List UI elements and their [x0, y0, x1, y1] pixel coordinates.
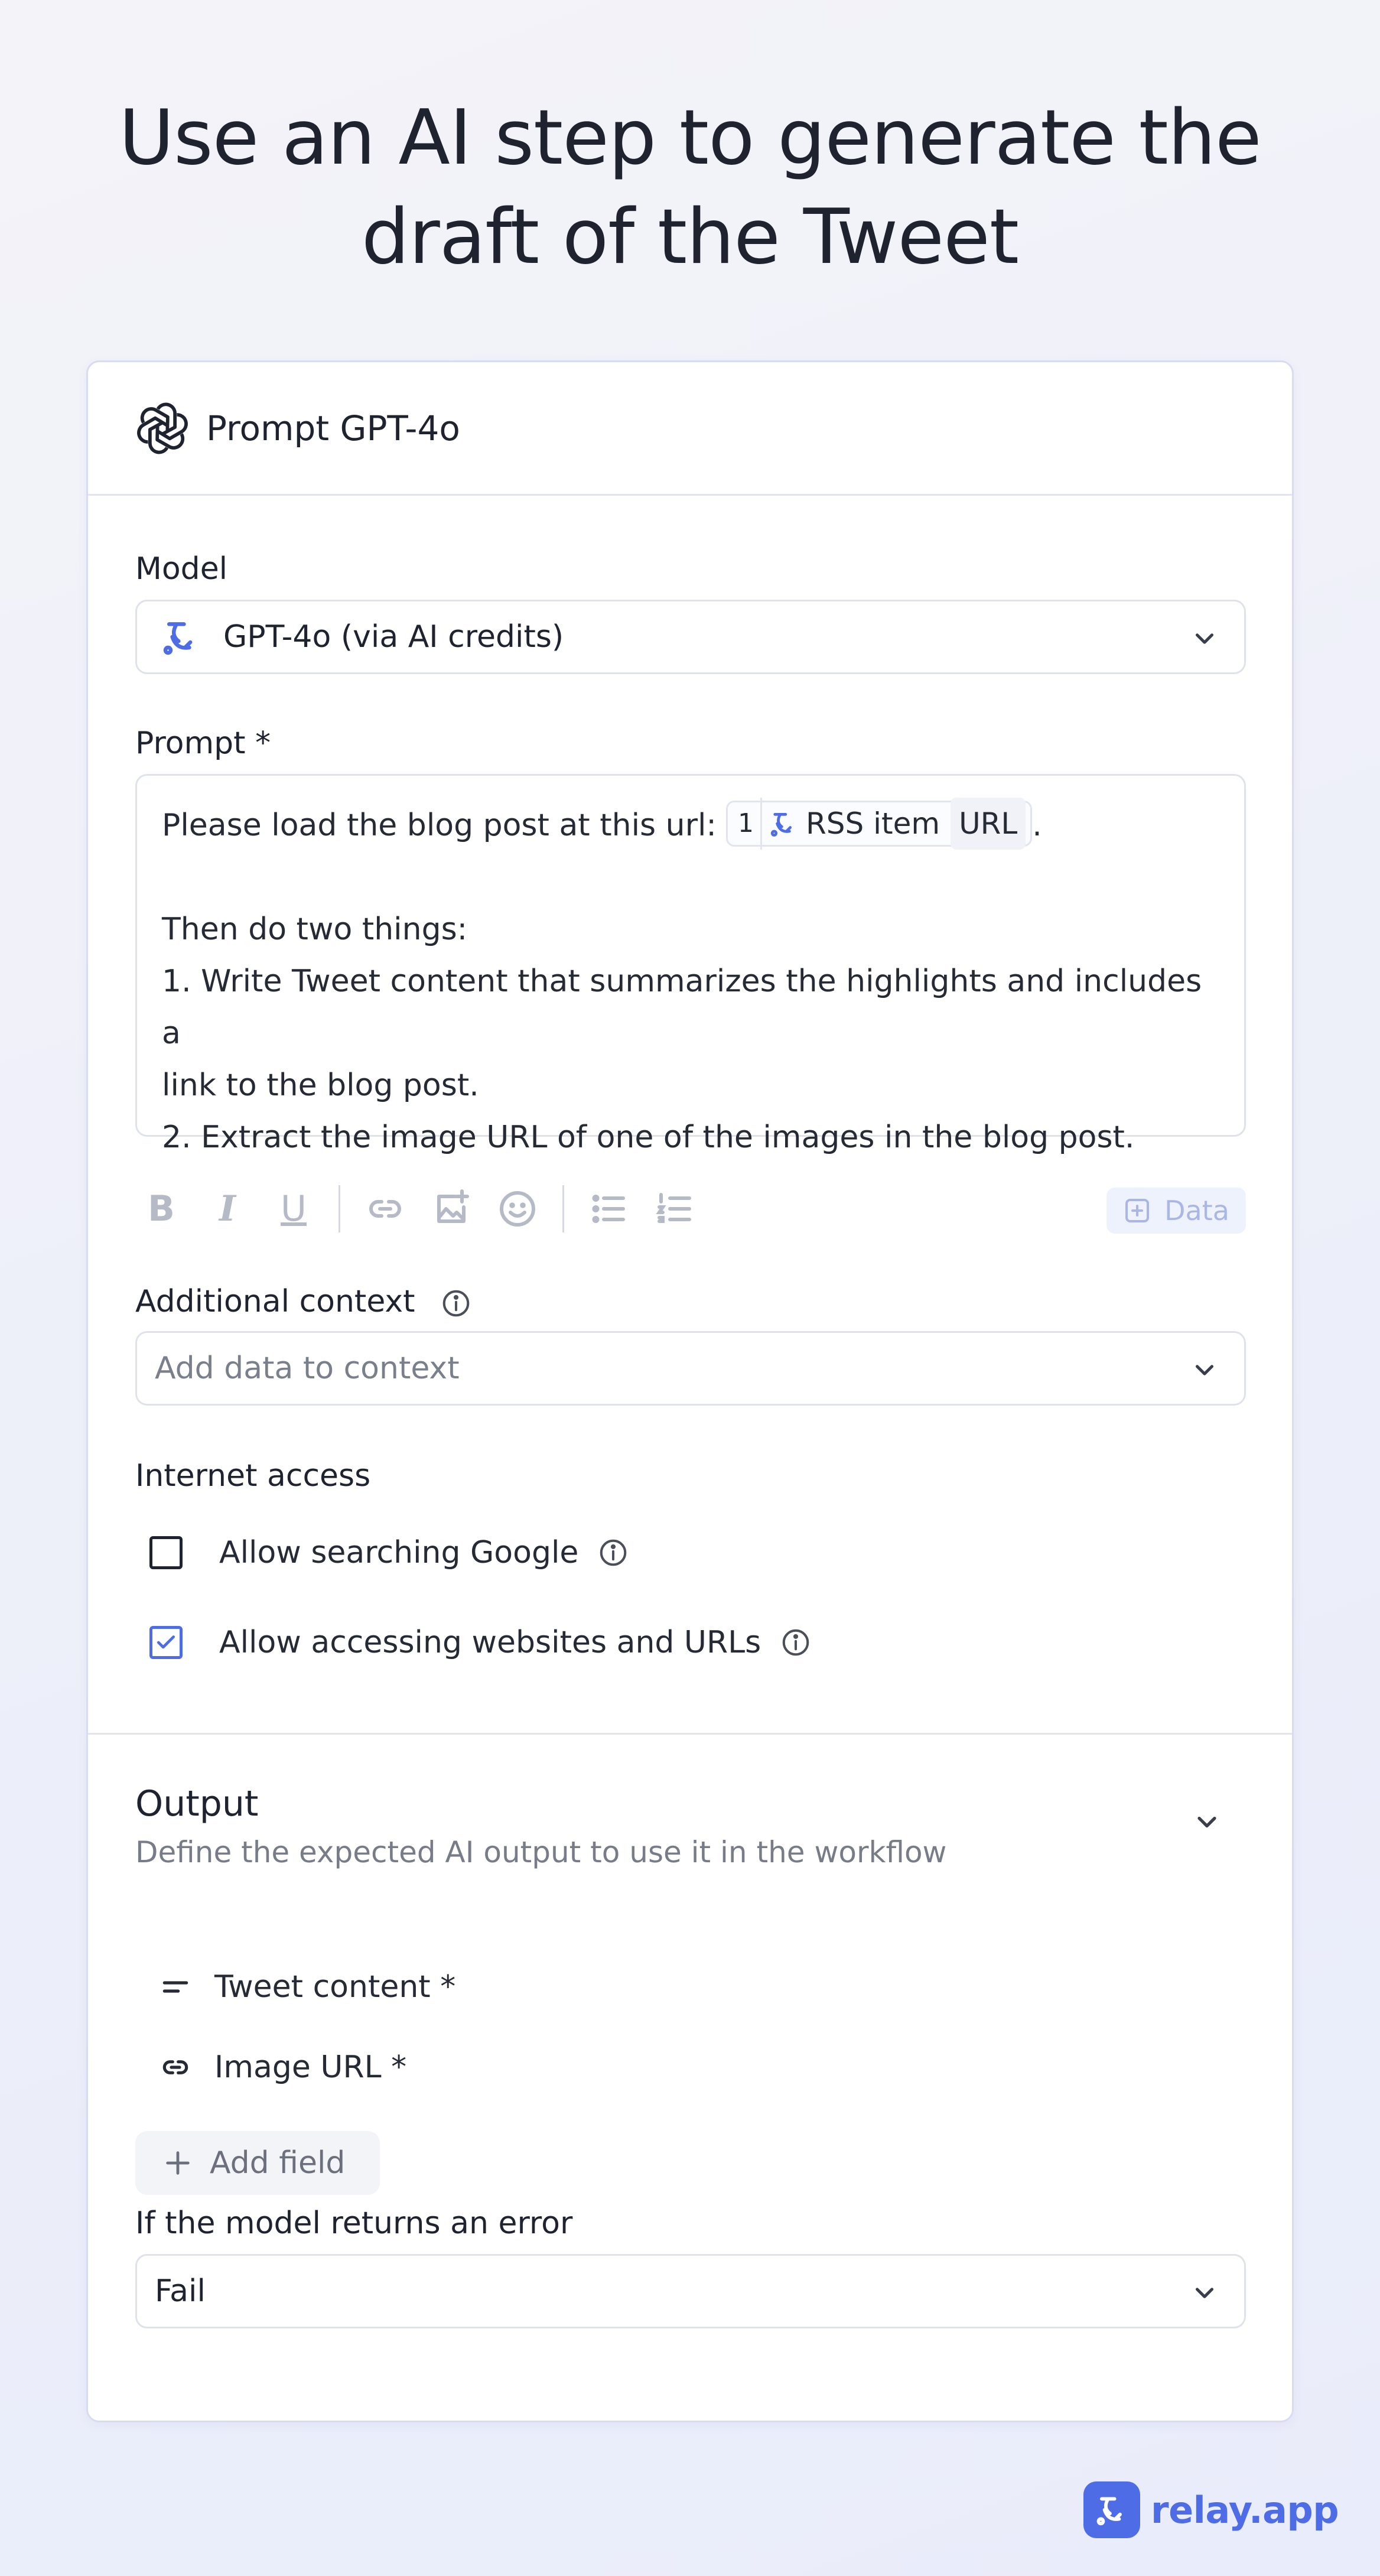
prompt-line-3: Then do two things: [162, 912, 468, 947]
output-field-label: Tweet content * [214, 1969, 456, 2005]
plus-icon [166, 2151, 190, 2175]
add-field-button[interactable]: Add field [135, 2131, 380, 2195]
output-fields-list: Tweet content * Image URL * Add field [135, 1957, 1246, 2195]
allow-websites-option[interactable]: Allow accessing websites and URLs [135, 1613, 1246, 1672]
underline-icon[interactable]: U [272, 1188, 315, 1230]
emoji-icon[interactable] [496, 1188, 539, 1230]
link-icon[interactable] [364, 1188, 406, 1230]
output-title: Output [135, 1783, 259, 1824]
bullet-list-icon[interactable] [588, 1188, 630, 1230]
info-icon[interactable] [440, 1287, 472, 1319]
data-button-label: Data [1164, 1195, 1229, 1227]
model-value: GPT-4o (via AI credits) [223, 619, 564, 655]
add-field-label: Add field [210, 2145, 346, 2181]
italic-icon[interactable]: I [206, 1188, 249, 1230]
rss-url-data-chip[interactable]: 1 RSS item URL [726, 798, 1033, 850]
brand-name: relay.app [1151, 2488, 1339, 2532]
allow-google-label: Allow searching Google [219, 1535, 579, 1570]
output-field-image-url[interactable]: Image URL * [135, 2038, 1246, 2097]
model-label: Model [135, 551, 228, 587]
relay-chip-icon [770, 813, 792, 837]
internet-access-section: Internet access Allow searching Google A… [135, 1458, 1246, 1672]
prompt-blank-line [162, 851, 1220, 903]
formatting-toolbar: B I U Data [135, 1179, 1246, 1238]
prompt-line-4: 1. Write Tweet content that summarizes t… [162, 964, 1202, 1051]
chip-field: URL [951, 798, 1026, 850]
internet-access-label: Internet access [135, 1458, 371, 1494]
numbered-list-icon[interactable] [654, 1188, 696, 1230]
allow-websites-checkbox[interactable] [149, 1626, 183, 1659]
toolbar-separator [339, 1185, 340, 1232]
prompt-label: Prompt * [135, 726, 271, 761]
chip-step-number: 1 [734, 798, 762, 850]
chevron-down-icon [1196, 633, 1213, 644]
output-field-tweet-content[interactable]: Tweet content * [135, 1957, 1246, 2016]
headline-line-2: draft of the Tweet [361, 193, 1019, 281]
error-behavior-select[interactable]: Fail [135, 2254, 1246, 2328]
chip-source: RSS item [805, 806, 940, 841]
relay-brand: relay.app [1083, 2480, 1339, 2539]
prompt-line-6: 2. Extract the image URL of one of the i… [162, 1120, 1135, 1155]
chevron-down-icon[interactable] [1192, 1807, 1222, 1837]
insert-data-button[interactable]: Data [1106, 1188, 1246, 1234]
card-title: Prompt GPT-4o [206, 408, 460, 448]
relay-logo-icon [1083, 2481, 1140, 2538]
prompt-text-url-intro: Please load the blog post at this url: [162, 808, 717, 843]
chevron-down-icon [1196, 1365, 1213, 1375]
prompt-editor[interactable]: Please load the blog post at this url: 1… [135, 774, 1246, 1155]
chevron-down-icon [1196, 2288, 1213, 2298]
prompt-step-card: Prompt GPT-4o Model GPT-4o (via AI credi… [86, 360, 1294, 2422]
additional-context-placeholder: Add data to context [155, 1351, 460, 1386]
relay-model-icon [163, 622, 193, 655]
prompt-period: . [1032, 808, 1042, 843]
info-icon[interactable] [780, 1627, 812, 1658]
additional-context-section: Additional context Add data to context [135, 1284, 1246, 1406]
allow-google-checkbox[interactable] [149, 1536, 183, 1569]
card-header: Prompt GPT-4o [88, 362, 1292, 496]
headline-line-1: Use an AI step to generate the [119, 94, 1261, 182]
toolbar-separator [562, 1185, 564, 1232]
allow-google-option[interactable]: Allow searching Google [135, 1523, 1246, 1582]
openai-logo-icon [137, 402, 188, 454]
prompt-section: Prompt * Please load the blog post at th… [135, 726, 1246, 1155]
checkmark-icon [157, 1635, 175, 1649]
text-lines-icon [162, 1981, 188, 1993]
prompt-line-1: Please load the blog post at this url: 1… [162, 798, 1220, 851]
error-handling-section: If the model returns an error Fail [135, 2206, 1246, 2328]
model-select[interactable]: GPT-4o (via AI credits) [135, 600, 1246, 674]
error-behavior-value: Fail [155, 2273, 206, 2309]
output-subtitle: Define the expected AI output to use it … [135, 1835, 947, 1869]
link-icon [162, 2060, 188, 2074]
output-field-label: Image URL * [214, 2050, 407, 2085]
additional-context-label: Additional context [135, 1284, 1246, 1319]
additional-context-label-text: Additional context [135, 1284, 415, 1319]
info-icon[interactable] [597, 1537, 629, 1569]
plus-square-icon [1125, 1199, 1150, 1222]
prompt-line-5: link to the blog post. [162, 1068, 479, 1103]
additional-context-select[interactable]: Add data to context [135, 1331, 1246, 1406]
allow-websites-label: Allow accessing websites and URLs [219, 1625, 761, 1660]
add-image-icon[interactable] [430, 1188, 473, 1230]
page-headline: Use an AI step to generate the draft of … [0, 89, 1380, 287]
error-label: If the model returns an error [135, 2206, 573, 2241]
section-divider [88, 1733, 1292, 1735]
output-header[interactable]: Output Define the expected AI output to … [135, 1783, 1246, 1901]
model-section: Model GPT-4o (via AI credits) [135, 551, 1246, 674]
bold-icon[interactable]: B [140, 1188, 183, 1230]
